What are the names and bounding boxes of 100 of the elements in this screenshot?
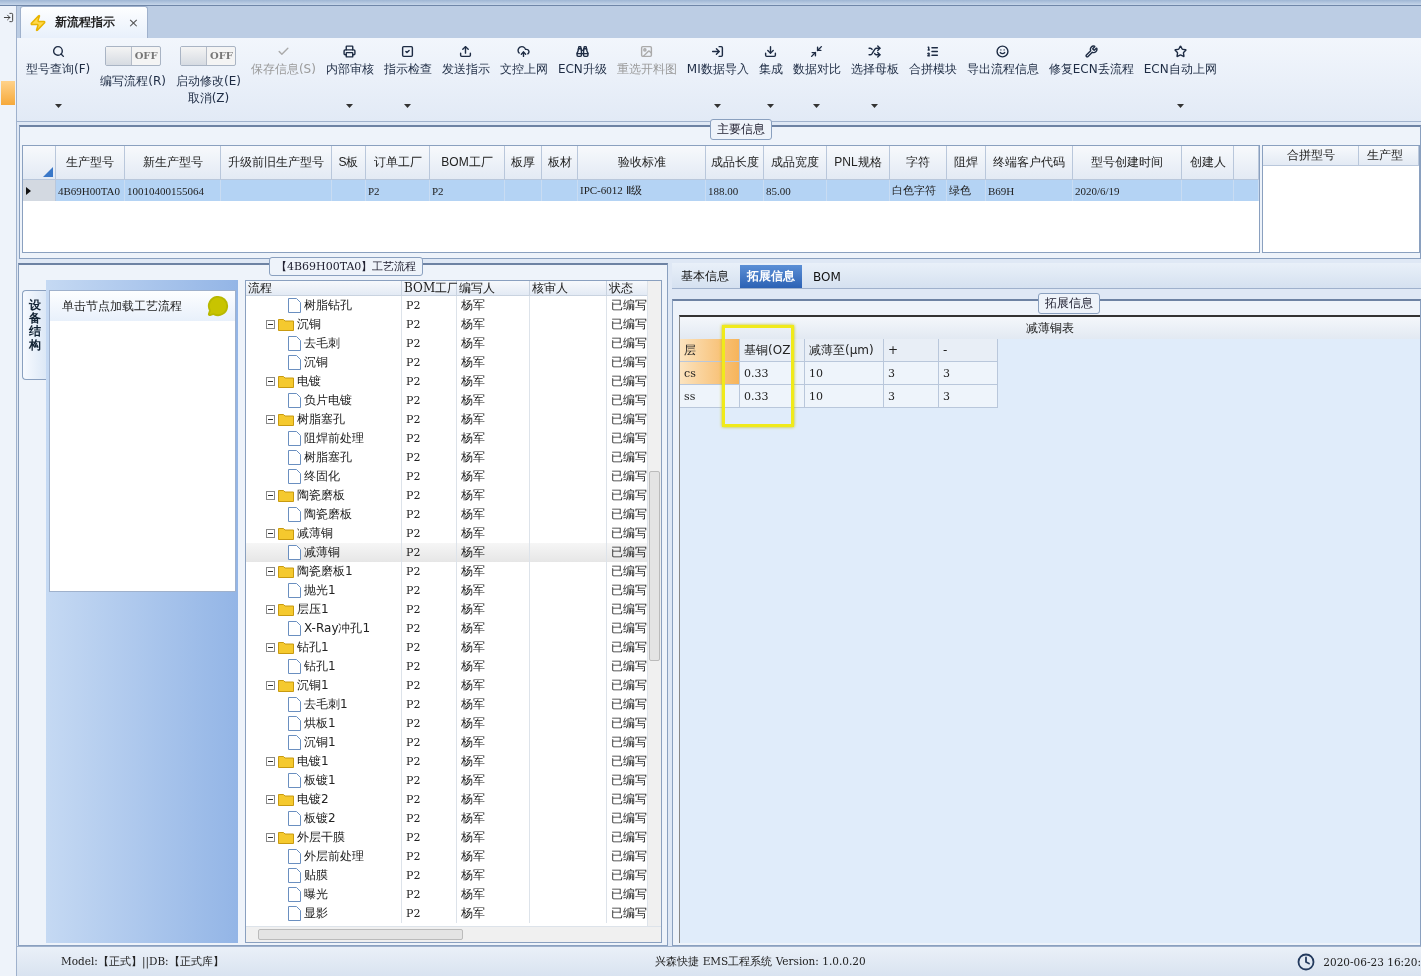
column-header[interactable]: 订单工厂 <box>366 146 430 180</box>
toolbar-button[interactable]: 发送指示 <box>436 42 495 108</box>
clock-icon <box>1297 952 1316 971</box>
column-header[interactable]: 阻焊 <box>947 146 986 180</box>
column-header[interactable]: 基铜(OZ <box>740 339 805 362</box>
column-header[interactable]: 板材 <box>542 146 578 180</box>
process-step: 沉铜 <box>297 316 321 333</box>
toolbar-button[interactable]: 修复ECN丢流程 <box>1043 42 1139 108</box>
side-tab[interactable]: 设备结构 <box>22 290 46 380</box>
collapse-icon[interactable] <box>266 757 275 766</box>
nav-item-marker[interactable] <box>1 81 15 105</box>
table-cell: B69H <box>986 180 1073 201</box>
column-header[interactable]: S板 <box>332 146 366 180</box>
collapse-icon[interactable] <box>266 491 275 500</box>
collapse-icon[interactable] <box>266 833 275 842</box>
column-header[interactable]: + <box>884 339 939 362</box>
file-icon <box>288 716 301 731</box>
column-header[interactable]: 合拼型号 <box>1263 146 1359 166</box>
collapse-icon[interactable] <box>266 377 275 386</box>
process-step: 树脂塞孔 <box>304 449 352 466</box>
expand-icon[interactable] <box>2 12 14 23</box>
collapse-icon[interactable] <box>266 681 275 690</box>
collapse-icon[interactable] <box>266 643 275 652</box>
process-step: 板镀2 <box>304 810 336 827</box>
tab[interactable]: 基本信息 <box>674 265 736 288</box>
column-header[interactable]: 验收标准 <box>578 146 706 180</box>
process-step: 电镀2 <box>297 791 329 808</box>
file-icon <box>288 773 301 788</box>
column-header[interactable]: 减薄至(μm) <box>805 339 884 362</box>
column-header[interactable]: 编写人 <box>457 281 530 296</box>
row-header[interactable]: ss <box>680 385 740 408</box>
toggle-switch[interactable]: OFF <box>180 46 237 66</box>
toolbar-button[interactable]: 数据对比 <box>787 42 846 108</box>
collapse-icon[interactable] <box>266 415 275 424</box>
process-step: 烘板1 <box>304 715 336 732</box>
file-icon <box>288 298 301 313</box>
row-header[interactable]: cs <box>680 362 740 385</box>
table-cell: 杨军 <box>457 771 530 790</box>
tab[interactable]: 拓展信息 <box>740 265 802 288</box>
column-header[interactable]: 型号创建时间 <box>1073 146 1182 180</box>
table-cell: P2 <box>402 581 457 600</box>
column-header[interactable]: 终端客户代码 <box>986 146 1073 180</box>
table-cell: P2 <box>402 847 457 866</box>
column-header[interactable]: 创建人 <box>1182 146 1234 180</box>
list-item[interactable]: 单击节点加载工艺流程 <box>50 291 235 321</box>
column-header[interactable]: 板厚 <box>505 146 542 180</box>
grid-row[interactable]: 4B69H00TA0 10010400155064 P2 P2 IPC-6012 Ⅱ级 188.00 85.00 白色字符 绿色 B69H 2020/6/19 <box>23 180 1259 201</box>
horizontal-scrollbar[interactable] <box>246 926 661 942</box>
image-icon <box>640 45 654 58</box>
collapse-icon[interactable] <box>266 567 275 576</box>
column-header[interactable]: 生产型号 <box>56 146 125 180</box>
search-icon <box>51 45 65 58</box>
collapse-icon[interactable] <box>266 529 275 538</box>
collapse-icon[interactable] <box>266 795 275 804</box>
column-header[interactable]: 升级前旧生产型号 <box>221 146 332 180</box>
column-header[interactable]: PNL规格 <box>827 146 890 180</box>
toolbar-button[interactable]: 文控上网 <box>494 42 553 108</box>
process-step: 去毛刺1 <box>304 696 348 713</box>
column-header[interactable]: 新生产型号 <box>125 146 221 180</box>
table-cell: 杨军 <box>457 676 530 695</box>
toggle-switch[interactable]: OFF <box>105 46 162 66</box>
column-header[interactable]: 流程 <box>246 281 402 296</box>
collapse-icon[interactable] <box>266 605 275 614</box>
toolbar-button[interactable]: ECN升级 <box>552 42 612 108</box>
column-header[interactable]: 层 <box>680 339 740 362</box>
table-cell: 杨军 <box>457 486 530 505</box>
column-header[interactable]: 字符 <box>890 146 947 180</box>
table-cell: P2 <box>402 619 457 638</box>
folder-icon <box>278 489 294 502</box>
toolbar-button[interactable]: 合拼模块 <box>903 42 962 108</box>
table-cell: 10010400155064 <box>125 180 221 201</box>
close-button[interactable]: × <box>128 15 139 30</box>
table-cell: 杨军 <box>457 657 530 676</box>
table-cell: 杨军 <box>457 448 530 467</box>
toolbar-button[interactable]: 选择母板 <box>845 42 904 108</box>
toolbar-button[interactable]: MI数据导入 <box>681 42 754 108</box>
download-icon <box>764 45 778 58</box>
toolbar-button[interactable]: 内部审核 <box>320 42 379 108</box>
toolbar-button[interactable]: ECN自动上网 <box>1138 42 1222 108</box>
vertical-scrollbar[interactable] <box>647 281 661 926</box>
table-cell: P2 <box>402 315 457 334</box>
column-header[interactable]: - <box>939 339 998 362</box>
column-header[interactable]: 核审人 <box>530 281 607 296</box>
tab[interactable]: BOM <box>806 265 848 288</box>
column-header[interactable]: 成品长度 <box>706 146 764 180</box>
tree-row[interactable]: 减薄铜 P2 杨军 已编写 <box>246 543 647 562</box>
toolbar-button[interactable]: 导出流程信息 <box>961 42 1044 108</box>
column-header[interactable]: 生产型 <box>1359 146 1419 166</box>
document-tab[interactable]: 新流程指示 × <box>20 6 148 38</box>
toolbar-button[interactable]: 指示检查 <box>378 42 437 108</box>
table-cell: 杨军 <box>457 372 530 391</box>
collapse-icon[interactable] <box>266 320 275 329</box>
column-header[interactable]: BOM工厂 <box>430 146 505 180</box>
lightning-icon <box>29 13 47 32</box>
process-step: 去毛刺 <box>304 335 340 352</box>
table-cell: P2 <box>402 866 457 885</box>
column-header[interactable]: 成品宽度 <box>764 146 827 180</box>
toolbar-button[interactable]: 型号查询(F) <box>21 42 96 108</box>
toolbar-button[interactable]: 集成 <box>753 42 788 108</box>
table-cell: P2 <box>402 562 457 581</box>
